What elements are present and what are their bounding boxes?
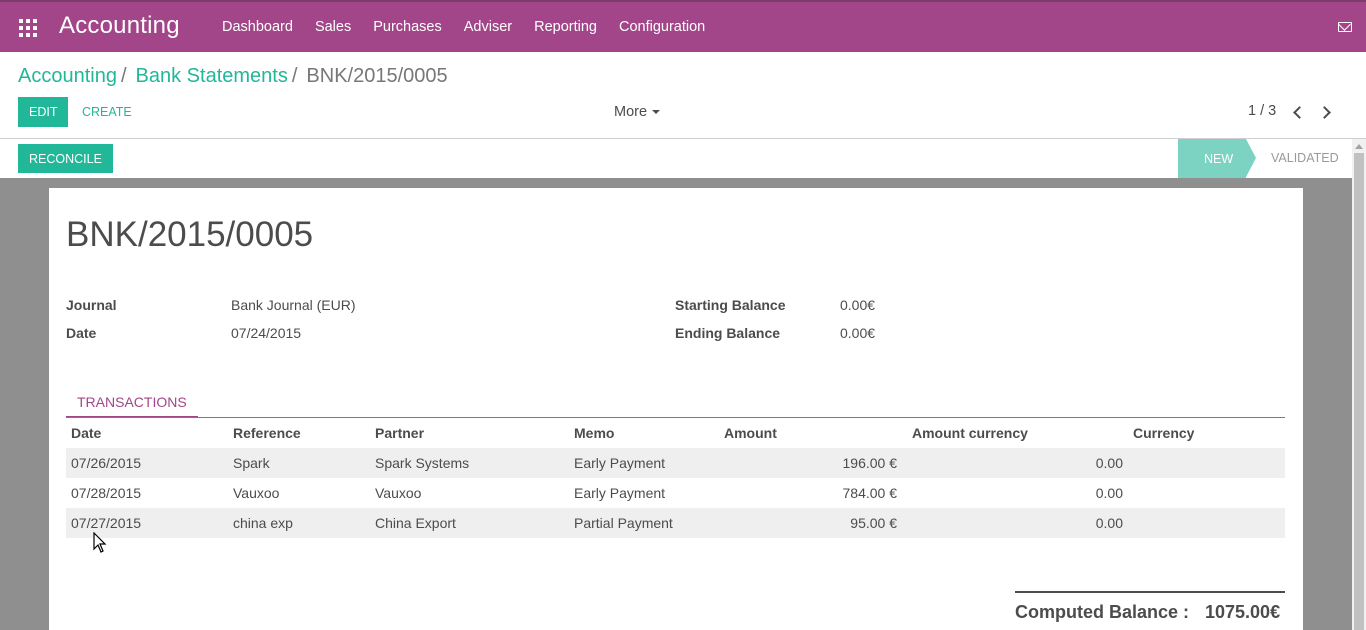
cell-amount-currency: 0.00 [1095,485,1123,501]
column-header-date[interactable]: Date [66,418,228,448]
scrollbar[interactable] [1352,139,1366,630]
cell-date: 07/27/2015 [71,515,142,531]
date-label: Date [66,325,97,341]
table-row[interactable]: 07/28/2015 Vauxoo Vauxoo Early Payment 7… [66,478,1285,508]
mouse-cursor-icon [93,532,107,553]
computed-balance-value: 1075.00€ [1205,602,1281,622]
app-title: Accounting [59,12,180,39]
cell-date: 07/26/2015 [71,455,142,471]
column-header-partner[interactable]: Partner [370,418,569,448]
breadcrumb-bank-statements[interactable]: Bank Statements [136,65,288,88]
transactions-table: Date Reference Partner Memo Amount Amoun… [66,418,1285,538]
starting-balance-value: 0.00€ [840,297,876,313]
cell-currency [1128,508,1285,538]
menu-item-purchases[interactable]: Purchases [373,19,442,35]
edit-button[interactable]: EDIT [18,97,69,127]
reconcile-button[interactable]: RECONCILE [18,144,113,173]
menu-item-adviser[interactable]: Adviser [464,19,512,35]
stage-validated[interactable]: VALIDATED [1271,151,1339,165]
more-label: More [614,104,648,120]
cell-amount-currency: 0.00 [1095,515,1123,531]
form-sheet: BNK/2015/0005 Journal Bank Journal (EUR)… [49,188,1303,630]
tab-transactions[interactable]: TRANSACTIONS [66,389,198,418]
cell-amount: 784.00 € [842,485,898,501]
menu-item-configuration[interactable]: Configuration [619,19,705,35]
breadcrumb: Accounting / Bank Statements / BNK/2015/… [18,65,448,88]
table-row[interactable]: 07/26/2015 Spark Spark Systems Early Pay… [66,448,1285,478]
date-value: 07/24/2015 [231,325,302,341]
breadcrumb-accounting[interactable]: Accounting [18,65,117,88]
cell-amount-currency: 0.00 [1095,455,1123,471]
ending-balance-label: Ending Balance [675,325,781,341]
column-header-reference[interactable]: Reference [228,418,370,448]
computed-balance-label: Computed Balance : [1015,602,1190,622]
starting-balance-label: Starting Balance [675,297,786,313]
breadcrumb-separator: / [120,65,127,87]
cell-reference: china exp [233,515,293,531]
stage-new-label: NEW [1204,152,1234,166]
cell-amount: 196.00 € [842,455,898,471]
breadcrumb-current: BNK/2015/0005 [306,65,448,87]
cell-partner: Spark Systems [375,455,470,471]
top-nav-bar: Accounting Dashboard Sales Purchases Adv… [0,0,1366,52]
main-menu: Dashboard Sales Purchases Adviser Report… [222,19,727,35]
cell-reference: Vauxoo [233,485,280,501]
ending-balance-value: 0.00€ [840,325,876,341]
column-header-amount-currency[interactable]: Amount currency [902,418,1128,448]
column-header-memo[interactable]: Memo [569,418,719,448]
cell-currency [1128,448,1285,478]
cell-amount: 95.00 € [850,515,897,531]
apps-grid-icon[interactable] [19,19,37,37]
journal-label: Journal [66,297,117,313]
cell-memo: Partial Payment [574,515,673,531]
breadcrumb-separator: / [291,65,298,87]
menu-item-sales[interactable]: Sales [315,19,351,35]
create-button[interactable]: CREATE [72,97,142,127]
cell-partner: Vauxoo [375,485,422,501]
column-header-amount[interactable]: Amount [719,418,902,448]
cell-reference: Spark [233,455,270,471]
more-dropdown[interactable]: More [614,104,661,120]
column-header-currency[interactable]: Currency [1128,418,1285,448]
statusbar: RECONCILE VALIDATED [0,139,1366,178]
chevron-left-icon[interactable] [1292,105,1304,119]
cell-memo: Early Payment [574,485,666,501]
cell-memo: Early Payment [574,455,666,471]
menu-item-reporting[interactable]: Reporting [534,19,597,35]
caret-down-icon [652,110,661,115]
table-row[interactable]: 07/27/2015 china exp China Export Partia… [66,508,1285,538]
cell-partner: China Export [375,515,456,531]
mail-icon[interactable] [1338,22,1352,32]
menu-item-dashboard[interactable]: Dashboard [222,19,293,35]
table-header-row: Date Reference Partner Memo Amount Amoun… [66,418,1285,448]
cell-currency [1128,478,1285,508]
cell-date: 07/28/2015 [71,485,142,501]
journal-value[interactable]: Bank Journal (EUR) [231,297,356,313]
record-title: BNK/2015/0005 [66,215,314,254]
pager-value: 1 / 3 [1248,103,1277,119]
scroll-up-arrow-icon[interactable] [1355,144,1363,149]
scroll-thumb[interactable] [1354,153,1364,630]
chevron-right-icon[interactable] [1320,105,1332,119]
total-divider [1015,591,1285,593]
